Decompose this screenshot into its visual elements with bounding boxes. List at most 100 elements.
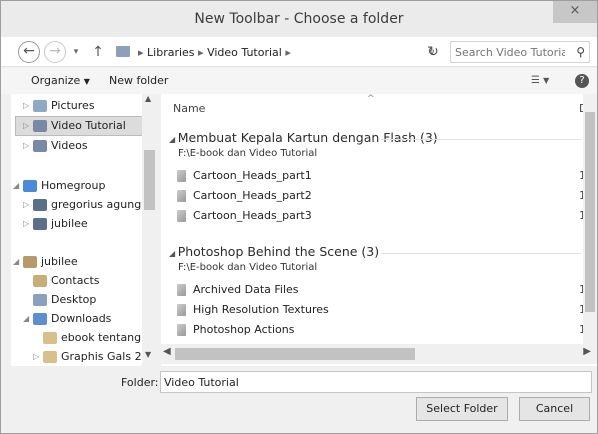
up-button[interactable]: ↑ xyxy=(91,41,105,63)
file-name: Cartoon_Heads_part2 xyxy=(193,189,312,202)
breadcrumb-video-tutorial[interactable]: Video Tutorial xyxy=(207,46,282,59)
expand-arrow-icon[interactable]: ▷ xyxy=(23,116,29,136)
file-name: Cartoon_Heads_part1 xyxy=(193,169,312,182)
folder-icon xyxy=(177,304,186,316)
expand-arrow-icon[interactable]: ▷ xyxy=(23,214,29,234)
view-options-button[interactable]: ☰ ▼ xyxy=(531,73,549,89)
breadcrumb-libraries[interactable]: Libraries xyxy=(147,46,195,59)
chevron-down-icon: ▼ xyxy=(83,77,90,86)
group-path: F:\E-book dan Video Tutorial xyxy=(178,262,318,273)
nav-item-label: gregorius agung xyxy=(51,198,142,211)
library-icon xyxy=(116,46,130,57)
expanded-arrow-icon[interactable]: ◢ xyxy=(23,309,29,329)
user-computer-icon xyxy=(33,199,47,211)
breadcrumb-sep-icon: ▸ xyxy=(198,46,208,59)
title-bar: New Toolbar - Choose a folder × xyxy=(1,1,597,37)
file-row[interactable]: Photoshop Actions12 xyxy=(161,320,597,340)
folder-icon xyxy=(43,332,57,344)
content-vertical-scrollbar[interactable] xyxy=(583,94,597,344)
new-folder-button[interactable]: New folder xyxy=(109,73,168,89)
content-horizontal-thumb[interactable] xyxy=(175,348,415,360)
folder-label: Folder: xyxy=(121,376,159,389)
file-row[interactable]: Cartoon_Heads_part211 xyxy=(161,186,597,206)
scroll-down-icon[interactable]: ▼ xyxy=(145,350,151,359)
nav-item-label: Videos xyxy=(51,139,88,152)
folder-icon xyxy=(177,210,186,222)
navigation-pane: ▷ Pictures ▷ Video Tutorial ▷ Videos ◢ Homegrou… xyxy=(11,94,157,366)
library-videos-icon xyxy=(33,120,47,132)
folder-icon xyxy=(43,351,57,363)
file-row[interactable]: Cartoon_Heads_part111 xyxy=(161,166,597,186)
command-bar: Organize ▼ New folder ☰ ▼ ? xyxy=(1,68,597,94)
expand-arrow-icon[interactable]: ▷ xyxy=(23,96,29,116)
contacts-folder-icon xyxy=(33,275,47,287)
nav-item-label: Pictures xyxy=(51,99,95,112)
expanded-arrow-icon[interactable]: ◢ xyxy=(13,252,19,272)
select-folder-button[interactable]: Select Folder xyxy=(416,397,508,421)
dialog-footer: Folder: Select Folder Cancel xyxy=(1,367,597,433)
library-pictures-icon xyxy=(33,100,47,112)
user-folder-icon xyxy=(23,256,37,268)
file-row[interactable]: High Resolution Textures12 xyxy=(161,300,597,320)
folder-name-input[interactable] xyxy=(160,371,592,393)
close-button[interactable]: × xyxy=(553,1,597,23)
back-button[interactable]: ← xyxy=(18,41,40,63)
nav-item-label: Desktop xyxy=(51,293,97,306)
collapse-group-icon[interactable]: ◢ xyxy=(169,249,178,258)
sort-ascending-icon: ^ xyxy=(367,94,375,104)
window-title: New Toolbar - Choose a folder xyxy=(194,11,404,27)
group-divider xyxy=(381,253,581,254)
homegroup-icon xyxy=(23,180,37,192)
forward-button[interactable]: → xyxy=(44,41,66,63)
file-row[interactable]: Cartoon_Heads_part311 xyxy=(161,206,597,226)
user-computer-icon xyxy=(33,218,47,230)
file-name: High Resolution Textures xyxy=(193,303,329,316)
file-list: Name ^ Da ◢ Membuat Kepala Kartun dengan… xyxy=(161,94,597,366)
column-header-row: Name ^ Da xyxy=(161,94,597,122)
scroll-up-icon[interactable]: ▲ xyxy=(145,94,151,103)
scroll-right-icon[interactable]: ▶ xyxy=(583,346,591,357)
file-name: Photoshop Actions xyxy=(193,323,295,336)
nav-scrollbar[interactable]: ▲ ▼ xyxy=(142,94,157,366)
organize-button[interactable]: Organize ▼ xyxy=(31,73,90,89)
nav-item-label: Homegroup xyxy=(41,179,106,192)
nav-item-label: Contacts xyxy=(51,274,100,287)
breadcrumb-sep-icon: ▸ xyxy=(138,46,148,59)
nav-item-label: Downloads xyxy=(51,312,112,325)
search-input[interactable] xyxy=(455,44,565,60)
scroll-left-icon[interactable]: ◀ xyxy=(163,346,171,357)
folder-icon xyxy=(177,284,186,296)
expanded-arrow-icon[interactable]: ◢ xyxy=(13,176,19,196)
folder-icon xyxy=(177,170,186,182)
address-bar[interactable]: ▸ Libraries ▸ Video Tutorial ▸ ∨ xyxy=(111,41,441,63)
folder-icon xyxy=(177,190,186,202)
expand-arrow-icon[interactable]: ▷ xyxy=(23,136,29,156)
nav-scroll-thumb[interactable] xyxy=(144,150,155,210)
nav-item-label: jubilee xyxy=(51,217,88,230)
content-horizontal-scrollbar[interactable]: ◀ ▶ xyxy=(161,344,597,364)
help-button[interactable]: ? xyxy=(575,74,589,88)
recent-locations-button[interactable]: ▾ xyxy=(70,41,82,63)
breadcrumb-sep-icon: ▸ xyxy=(285,46,291,59)
nav-item-label: Graphis Gals 28 xyxy=(61,350,149,363)
chevron-down-icon: ▼ xyxy=(543,76,550,85)
refresh-button[interactable]: ↻ xyxy=(423,41,443,63)
file-name: Archived Data Files xyxy=(193,283,299,296)
group-title: ◢ Membuat Kepala Kartun dengan Flash (3) xyxy=(169,130,438,145)
desktop-folder-icon xyxy=(33,294,47,306)
expand-arrow-icon[interactable]: ▷ xyxy=(23,195,29,215)
cancel-button[interactable]: Cancel xyxy=(519,397,590,421)
group-title: ◢ Photoshop Behind the Scene (3) xyxy=(169,244,380,259)
collapse-group-icon[interactable]: ◢ xyxy=(169,135,178,144)
search-box[interactable]: ⚲ xyxy=(450,41,590,63)
details-view-icon: ☰ xyxy=(531,75,540,86)
search-icon[interactable]: ⚲ xyxy=(576,45,585,59)
nav-item-label: ebook tentang k xyxy=(61,331,152,344)
expand-arrow-icon[interactable]: ▷ xyxy=(33,347,39,366)
content-vertical-thumb[interactable] xyxy=(585,112,595,312)
library-videos-icon xyxy=(33,140,47,152)
downloads-folder-icon xyxy=(33,313,47,325)
column-header-name[interactable]: Name xyxy=(173,102,205,115)
file-name: Cartoon_Heads_part3 xyxy=(193,209,312,222)
file-row[interactable]: Archived Data Files12 xyxy=(161,280,597,300)
